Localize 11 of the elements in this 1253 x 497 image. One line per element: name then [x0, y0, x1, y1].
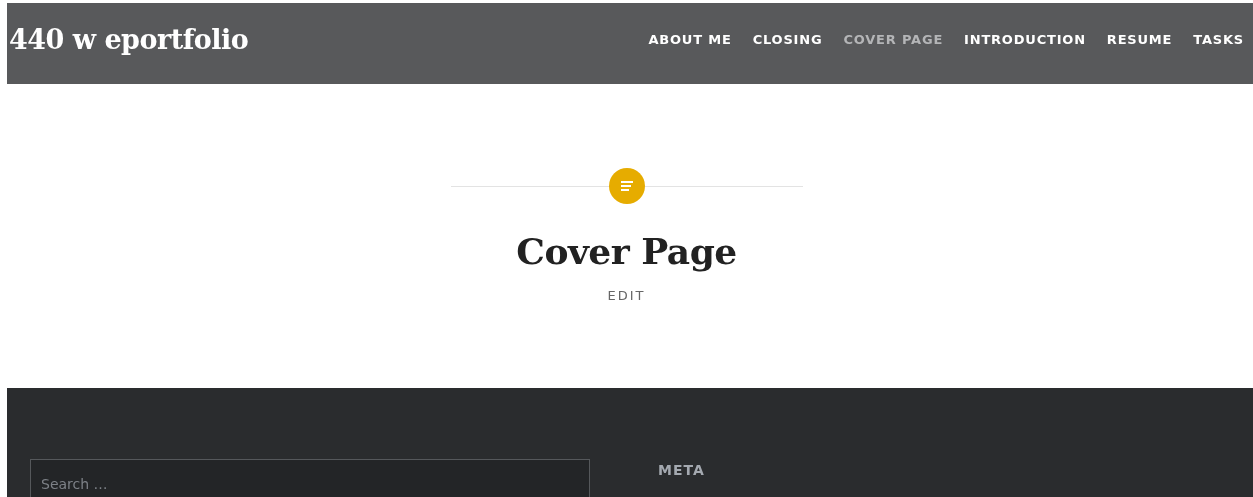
nav-link[interactable]: RESUME [1106, 32, 1173, 47]
search-field[interactable]: Search … [30, 459, 590, 497]
document-icon [608, 168, 645, 204]
nav-link[interactable]: CLOSING [752, 32, 823, 47]
nav-link[interactable]: TASKS [1193, 32, 1244, 47]
site-title[interactable]: 440 w eportfolio [9, 24, 249, 55]
widget-title: META [658, 462, 705, 478]
page-title: Cover Page [516, 230, 737, 272]
nav-link[interactable]: ABOUT ME [648, 32, 732, 47]
nav-link[interactable]: INTRODUCTION [964, 32, 1086, 47]
edit-link[interactable]: EDIT [607, 288, 646, 303]
